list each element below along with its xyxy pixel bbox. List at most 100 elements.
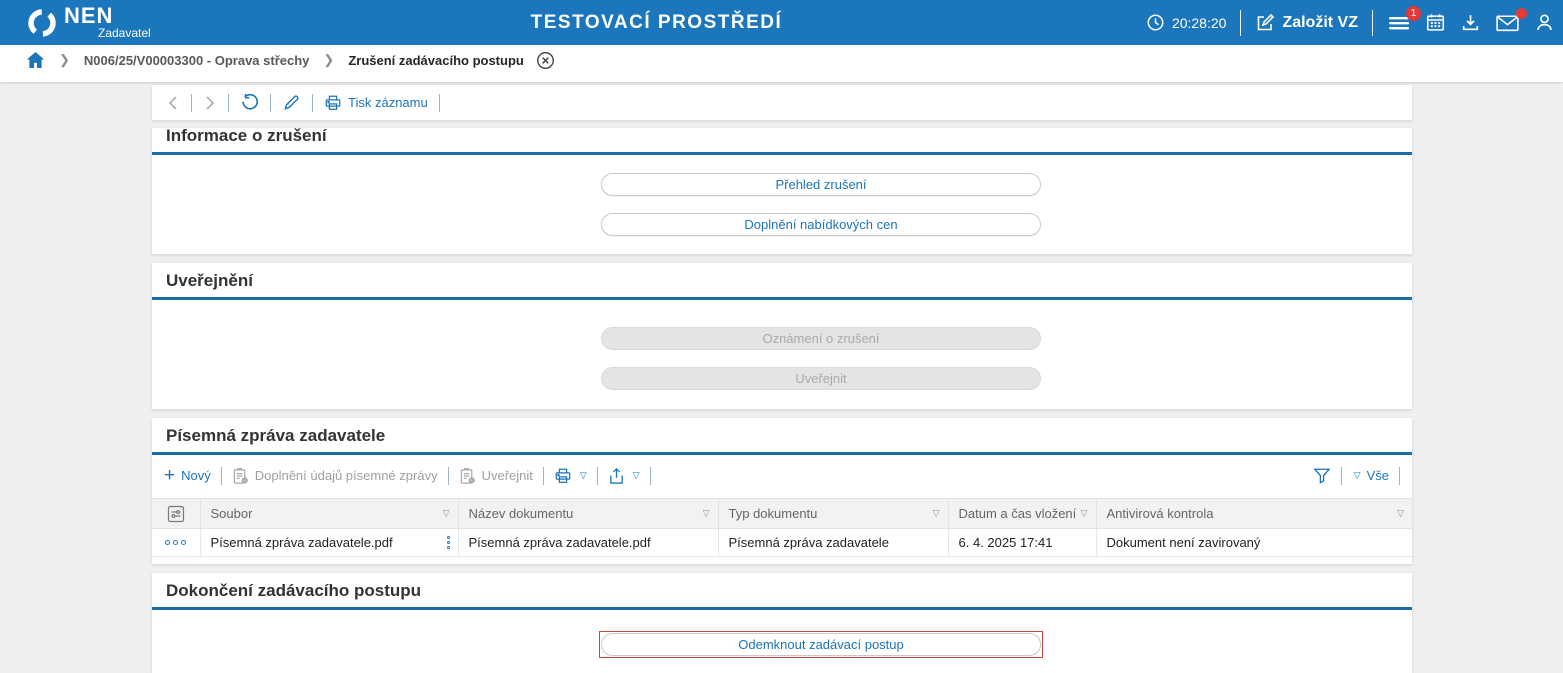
print-record-button[interactable]: Tisk záznamu bbox=[324, 94, 428, 112]
screen: NEN Zadavatel TESTOVACÍ PROSTŘEDÍ 20:28:… bbox=[0, 0, 1563, 673]
toolbar-divider bbox=[439, 94, 440, 112]
edit-icon bbox=[1255, 13, 1275, 33]
close-tab-icon[interactable] bbox=[536, 51, 555, 70]
clock-icon bbox=[1146, 13, 1165, 32]
export-icon bbox=[608, 467, 625, 485]
plus-icon: + bbox=[164, 469, 175, 483]
toolbar-divider bbox=[543, 467, 544, 485]
toolbar-divider bbox=[312, 94, 313, 112]
download-button[interactable] bbox=[1460, 12, 1481, 33]
section-publication: Uveřejnění Oznámení o zrušení Uveřejnit bbox=[152, 263, 1412, 409]
breadcrumb-chevron: ❯ bbox=[323, 52, 334, 68]
column-filter-icon[interactable]: ▽ bbox=[933, 508, 940, 519]
column-filter-icon[interactable]: ▽ bbox=[703, 508, 710, 519]
doplneni-nabidkovych-cen-button[interactable]: Doplnění nabídkových cen bbox=[601, 213, 1041, 236]
column-filter-icon[interactable]: ▽ bbox=[1397, 508, 1404, 519]
report-grid-toolbar: + Nový Doplnění údajů písemné zprávy bbox=[152, 459, 1412, 492]
table-header-row: Soubor ▽ Název dokumentu ▽ Typ dokumentu… bbox=[152, 499, 1412, 529]
toolbar-divider bbox=[228, 94, 229, 112]
row-actions-cell[interactable] bbox=[152, 529, 200, 557]
messages-button[interactable] bbox=[1495, 13, 1520, 33]
dropdown-arrow-icon: ▽ bbox=[633, 470, 640, 481]
clipboard-gear-icon bbox=[459, 467, 476, 485]
section-title: Uveřejnění bbox=[152, 263, 1412, 297]
toolbar-divider bbox=[270, 94, 271, 112]
cell-menu-icon[interactable] bbox=[447, 536, 450, 549]
cell-typ[interactable]: Písemná zpráva zadavatele bbox=[718, 529, 948, 557]
filter-funnel-icon[interactable] bbox=[1313, 467, 1331, 484]
home-icon[interactable] bbox=[26, 51, 45, 69]
row-menu-icon[interactable] bbox=[152, 540, 200, 545]
printer-icon bbox=[554, 467, 572, 485]
cell-antivir[interactable]: Dokument není zavirovaný bbox=[1096, 529, 1412, 557]
nen-logo[interactable]: NEN Zadavatel bbox=[26, 5, 151, 39]
unlock-procedure-button[interactable]: Odemknout zadávací postup bbox=[601, 633, 1041, 656]
record-toolbar: Tisk záznamu bbox=[152, 85, 1412, 120]
logo-subtitle: Zadavatel bbox=[98, 27, 151, 39]
filter-all-dropdown[interactable]: ▽ Vše bbox=[1352, 468, 1389, 483]
supplement-report-button: Doplnění údajů písemné zprávy bbox=[232, 467, 438, 485]
breadcrumb-item-procedure[interactable]: N006/25/V00003300 - Oprava střechy bbox=[84, 53, 310, 68]
section-rule bbox=[152, 607, 1412, 610]
clipboard-gear-icon bbox=[232, 467, 249, 485]
cell-nazev[interactable]: Písemná zpráva zadavatele.pdf bbox=[458, 529, 718, 557]
calendar-button[interactable] bbox=[1425, 12, 1446, 33]
prev-record-icon[interactable] bbox=[166, 95, 180, 111]
section-title: Dokončení zadávacího postupu bbox=[152, 573, 1412, 607]
publish-report-button: Uveřejnit bbox=[459, 467, 533, 485]
column-header-nazev[interactable]: Název dokumentu ▽ bbox=[458, 499, 718, 529]
column-header-antivir[interactable]: Antivirová kontrola ▽ bbox=[1096, 499, 1412, 529]
header-divider bbox=[1372, 10, 1373, 36]
section-written-report: Písemná zpráva zadavatele + Nový bbox=[152, 418, 1412, 564]
messages-badge bbox=[1516, 8, 1527, 19]
prehled-zruseni-button[interactable]: Přehled zrušení bbox=[601, 173, 1041, 196]
print-grid-button[interactable]: ▽ bbox=[554, 467, 587, 485]
section-rule bbox=[152, 452, 1412, 455]
edit-record-icon[interactable] bbox=[282, 93, 301, 112]
user-profile-button[interactable] bbox=[1534, 12, 1555, 33]
create-vz-button[interactable]: Založit VZ bbox=[1255, 13, 1358, 33]
toolbar-divider bbox=[597, 467, 598, 485]
breadcrumb-item-current: Zrušení zadávacího postupu bbox=[348, 53, 524, 68]
section-title: Informace o zrušení bbox=[152, 128, 1412, 152]
column-header-typ[interactable]: Typ dokumentu ▽ bbox=[718, 499, 948, 529]
tasks-badge: 1 bbox=[1406, 6, 1421, 21]
app-header: NEN Zadavatel TESTOVACÍ PROSTŘEDÍ 20:28:… bbox=[0, 0, 1563, 45]
environment-title: TESTOVACÍ PROSTŘEDÍ bbox=[531, 0, 783, 45]
next-record-icon[interactable] bbox=[203, 95, 217, 111]
uverejnit-button: Uveřejnit bbox=[601, 367, 1041, 390]
nen-logo-icon bbox=[26, 7, 58, 39]
section-title: Písemná zpráva zadavatele bbox=[152, 418, 1412, 452]
toolbar-divider bbox=[221, 467, 222, 485]
toolbar-divider bbox=[448, 467, 449, 485]
column-header-soubor[interactable]: Soubor ▽ bbox=[200, 499, 458, 529]
tasks-menu-button[interactable]: 1 bbox=[1387, 13, 1411, 33]
column-header-datum[interactable]: Datum a čas vložení ▽ bbox=[948, 499, 1096, 529]
oznameni-o-zruseni-button: Oznámení o zrušení bbox=[601, 327, 1041, 350]
toolbar-divider bbox=[650, 467, 651, 485]
printer-icon bbox=[324, 94, 342, 112]
toolbar-divider bbox=[191, 94, 192, 112]
dropdown-arrow-icon: ▽ bbox=[580, 470, 587, 481]
refresh-icon[interactable] bbox=[240, 93, 259, 112]
table-row[interactable]: Písemná zpráva zadavatele.pdf Písemná zp… bbox=[152, 529, 1412, 557]
cell-soubor[interactable]: Písemná zpráva zadavatele.pdf bbox=[200, 529, 458, 557]
new-report-button[interactable]: + Nový bbox=[164, 468, 211, 483]
column-settings-header[interactable] bbox=[152, 499, 200, 529]
breadcrumb: ❯ N006/25/V00003300 - Oprava střechy ❯ Z… bbox=[0, 45, 1563, 82]
section-rule bbox=[152, 152, 1412, 155]
header-divider bbox=[1240, 10, 1241, 36]
export-grid-button[interactable]: ▽ bbox=[608, 467, 640, 485]
current-time: 20:28:20 bbox=[1172, 15, 1227, 31]
section-cancellation-info: Informace o zrušení Přehled zrušení Dopl… bbox=[152, 128, 1412, 254]
unlock-alert-outline: Odemknout zadávací postup bbox=[599, 631, 1043, 658]
cell-datum[interactable]: 6. 4. 2025 17:41 bbox=[948, 529, 1096, 557]
section-completion: Dokončení zadávacího postupu Odemknout z… bbox=[152, 573, 1412, 673]
clock-widget: 20:28:20 bbox=[1146, 13, 1227, 32]
column-filter-icon[interactable]: ▽ bbox=[1081, 508, 1088, 519]
column-settings-icon bbox=[152, 505, 200, 523]
dropdown-arrow-icon: ▽ bbox=[1354, 470, 1361, 481]
column-filter-icon[interactable]: ▽ bbox=[443, 508, 450, 519]
logo-text: NEN bbox=[64, 5, 151, 27]
toolbar-divider bbox=[1399, 467, 1400, 485]
